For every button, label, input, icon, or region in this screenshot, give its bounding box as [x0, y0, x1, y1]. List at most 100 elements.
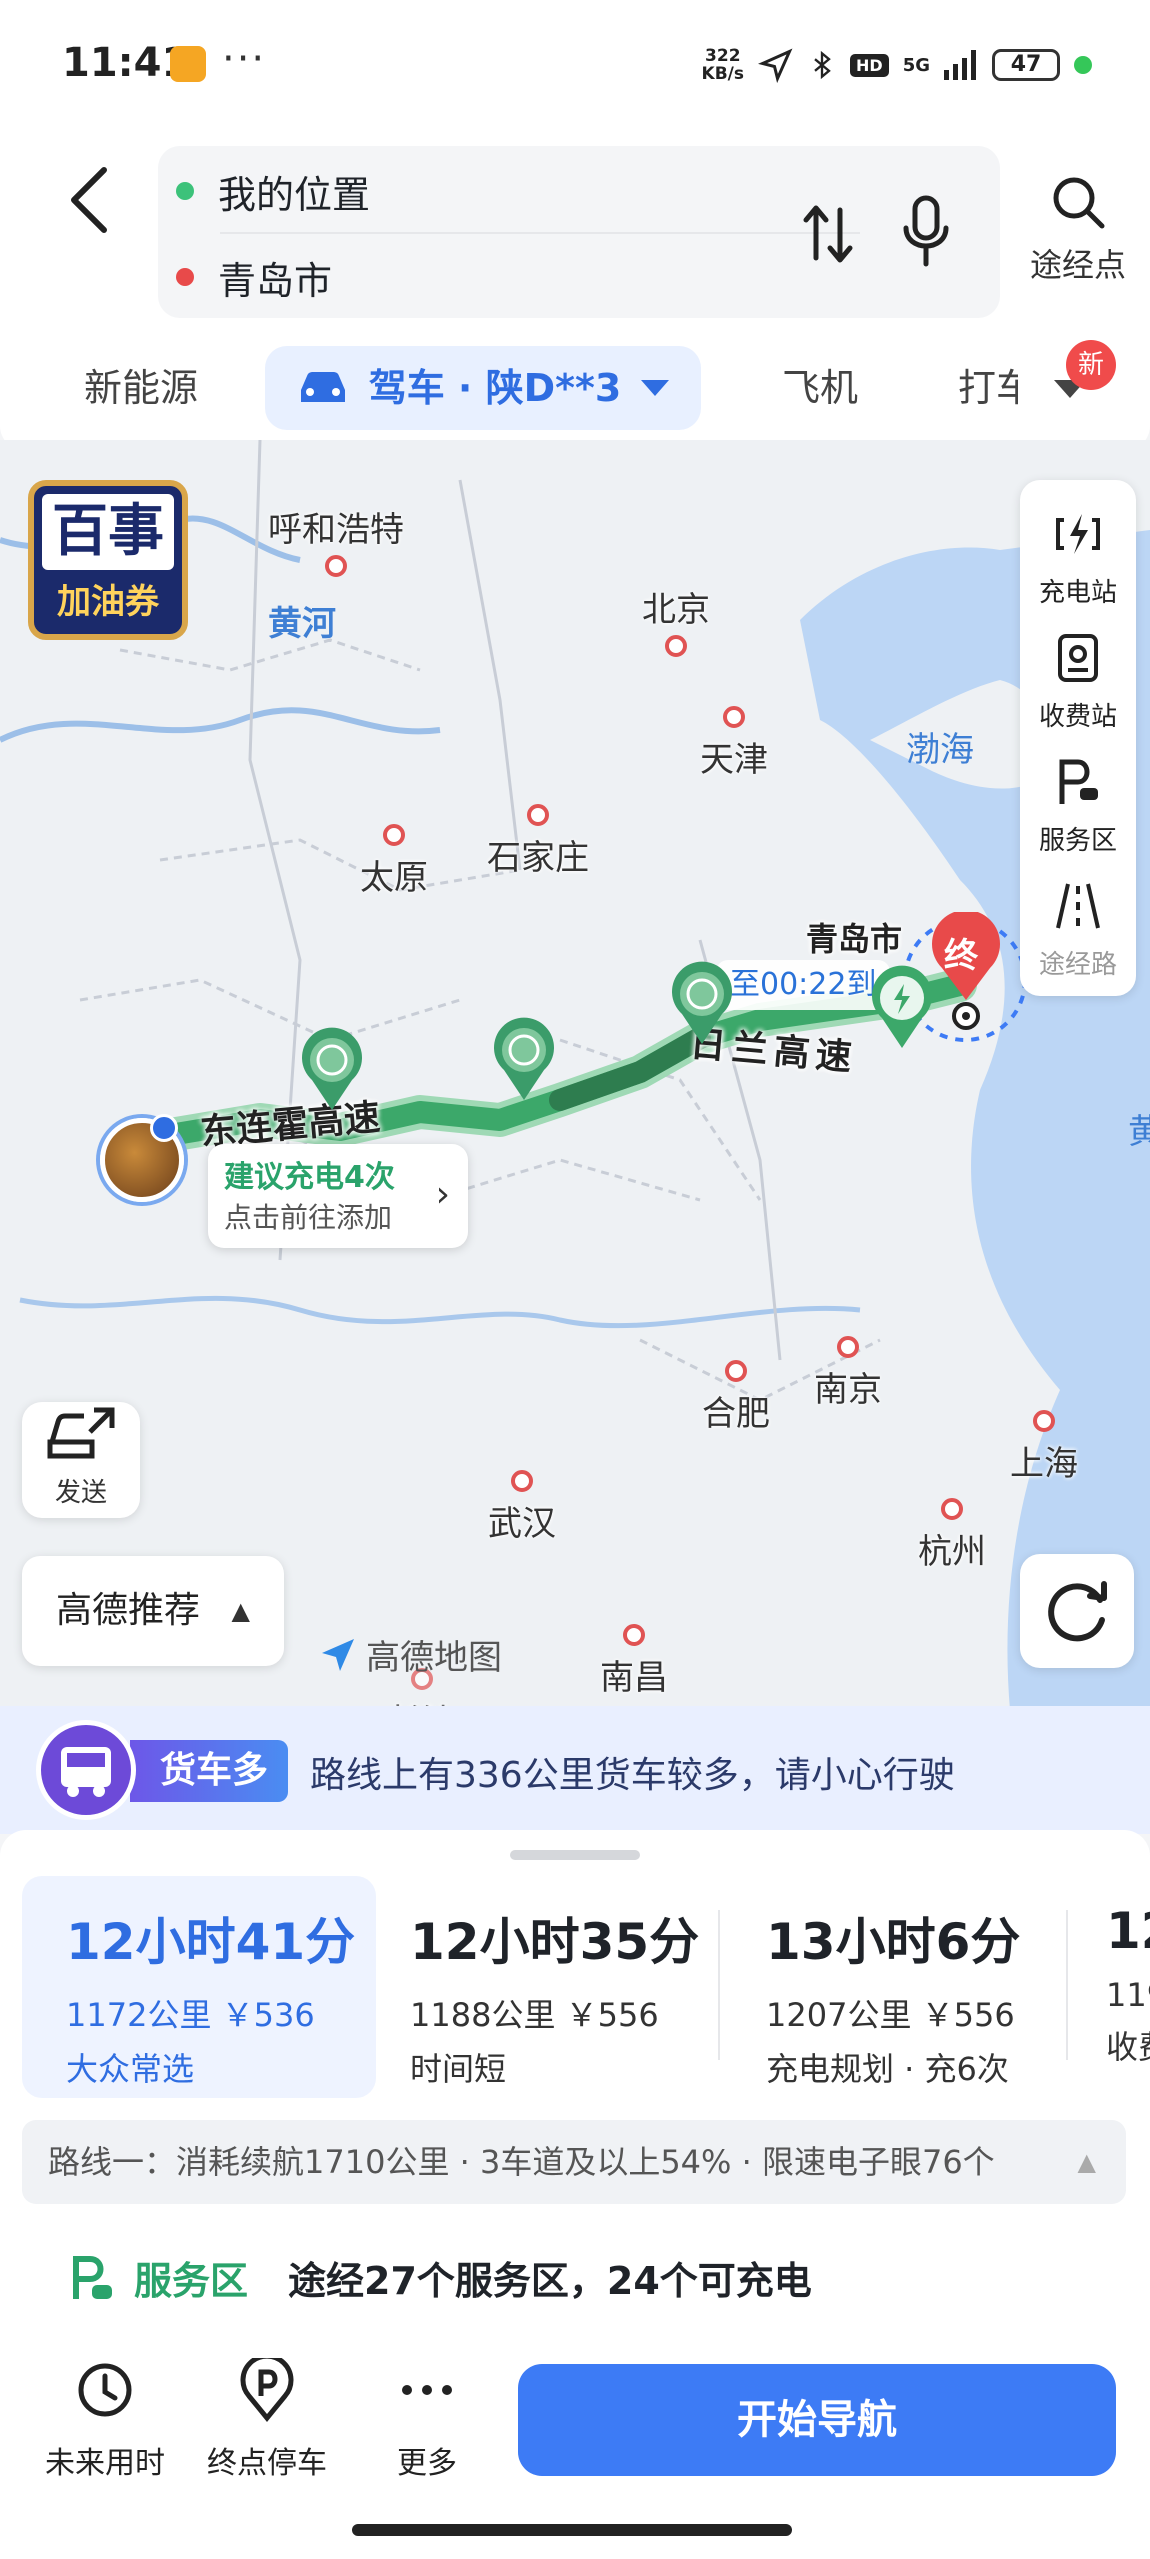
- send-to-car-button[interactable]: 发送: [22, 1402, 140, 1518]
- signal-5g-label: 5G: [902, 54, 930, 76]
- recommend-dropdown[interactable]: 高德推荐 ▲: [22, 1556, 284, 1666]
- net-speed-value: 322: [705, 46, 741, 66]
- route-option-distance: 1188公里 ￥556: [410, 1996, 659, 2034]
- bottom-action-bar: 未来用时 终点停车 更多 开始导航: [0, 2326, 1150, 2559]
- parking-pin-icon: [240, 2353, 294, 2422]
- route-option-4[interactable]: 12 119 收费: [1086, 1876, 1150, 2098]
- charge-suggestion[interactable]: 建议充电4次 点击前往添加 ›: [208, 1144, 468, 1248]
- city-name: 杭州: [918, 1532, 986, 1572]
- tool-service-area[interactable]: 服务区: [1020, 754, 1136, 857]
- chevron-up-icon: ▲: [1077, 2148, 1096, 2176]
- new-badge: 新: [1066, 340, 1116, 390]
- start-navigation-button[interactable]: 开始导航: [518, 2364, 1116, 2476]
- swap-icon[interactable]: [798, 194, 858, 274]
- promo-badge[interactable]: 百事 加油券: [28, 480, 188, 640]
- service-area-row[interactable]: 服务区 途经27个服务区，24个可充电: [68, 2250, 812, 2305]
- city-name: 合肥: [702, 1394, 770, 1434]
- clock-icon: [78, 2363, 132, 2417]
- route-info-text: 路线一：消耗续航1710公里 · 3车道及以上54% · 限速电子眼76个: [48, 2143, 995, 2181]
- tool-toll-label: 收费站: [1038, 702, 1117, 732]
- future-time-label: 未来用时: [45, 2446, 165, 2481]
- promo-line1: 百事: [42, 494, 174, 570]
- charging-pin-icon[interactable]: [296, 1024, 368, 1114]
- city-taiyuan: 太原: [360, 820, 428, 899]
- toll-icon: [1058, 634, 1098, 682]
- hd-badge: HD: [850, 53, 889, 77]
- city-marker-icon: [383, 824, 405, 846]
- privacy-indicator-dot: [1074, 56, 1092, 74]
- car-icon: [300, 372, 345, 402]
- tool-road[interactable]: 途经路: [1020, 878, 1136, 981]
- start-location-field[interactable]: 我的位置: [176, 156, 370, 226]
- truck-notice[interactable]: 货车多 路线上有336公里货车较多，请小心行驶: [0, 1706, 1150, 1834]
- route-info-bar[interactable]: 路线一：消耗续航1710公里 · 3车道及以上54% · 限速电子眼76个 ▲: [22, 2120, 1126, 2204]
- route-option-divider: [1066, 1910, 1068, 2060]
- more-button[interactable]: 更多: [352, 2358, 502, 2482]
- home-indicator[interactable]: [352, 2524, 792, 2536]
- microphone-icon[interactable]: [898, 190, 954, 274]
- send-label: 发送: [54, 1478, 107, 1508]
- city-marker-icon: [527, 804, 549, 826]
- destination-parking-button[interactable]: 终点停车: [192, 2353, 342, 2482]
- more-label: 更多: [397, 2446, 457, 2481]
- tool-toll[interactable]: 收费站: [1020, 630, 1136, 733]
- tab-taxi[interactable]: 打车: [958, 346, 1018, 430]
- city-name: 石家庄: [487, 838, 589, 878]
- refresh-icon: [1048, 1581, 1107, 1642]
- city-name: 北京: [642, 590, 710, 630]
- city-hefei: 合肥: [702, 1356, 770, 1435]
- amap-logo: 高德地图: [318, 1630, 502, 1679]
- future-time-button[interactable]: 未来用时: [30, 2358, 180, 2482]
- label-yellow-sea: 黄: [1128, 1112, 1150, 1152]
- charging-pin-icon[interactable]: [488, 1014, 560, 1104]
- more-dots-icon: [402, 2385, 452, 2395]
- refresh-button[interactable]: [1020, 1554, 1134, 1668]
- route-option-time: 12: [1106, 1902, 1150, 1960]
- city-marker-icon: [325, 555, 347, 577]
- truck-notice-tag: 货车多: [130, 1740, 289, 1802]
- waypoint-button[interactable]: 途经点: [1018, 172, 1138, 286]
- map-tools-panel: 充电站 收费站 服务区 途经路: [1020, 480, 1136, 996]
- inputs-divider: [220, 232, 860, 234]
- service-area-text: 途经27个服务区，24个可充电: [288, 2259, 812, 2303]
- route-option-2[interactable]: 12小时35分 1188公里 ￥556 时间短: [390, 1876, 716, 2098]
- end-location-field[interactable]: 青岛市: [176, 242, 332, 312]
- label-bohai: 渤海: [906, 730, 974, 770]
- road-icon: [1056, 883, 1100, 929]
- route-option-3[interactable]: 13小时6分 1207公里 ￥556 充电规划 · 充6次: [746, 1876, 1058, 2098]
- route-inputs: 我的位置 青岛市: [158, 146, 1000, 318]
- end-location-text: 青岛市: [218, 258, 333, 303]
- tab-flight[interactable]: 飞机: [782, 346, 858, 430]
- destination-parking-label: 终点停车: [207, 2446, 327, 2481]
- city-tianjin: 天津: [700, 702, 768, 781]
- chevron-right-icon: ›: [435, 1174, 450, 1215]
- route-option-1[interactable]: 12小时41分 1172公里 ￥536 大众常选: [22, 1876, 376, 2098]
- destination-label: 青岛市: [806, 920, 903, 958]
- location-arrow-icon: [758, 48, 793, 83]
- charging-pin-icon[interactable]: [666, 958, 738, 1048]
- bluetooth-icon: [814, 50, 831, 80]
- tab-new-energy[interactable]: 新能源: [84, 346, 198, 430]
- label-yellow-river: 黄河: [268, 604, 336, 644]
- city-marker-icon: [665, 635, 687, 657]
- tool-charging-label: 充电站: [1038, 578, 1117, 608]
- truck-notice-text: 路线上有336公里货车较多，请小心行驶: [310, 1755, 955, 1796]
- map-view[interactable]: 百事 加油券 呼和浩特 北京 天津 太原 石家庄 合肥 南京 上海 武汉 杭州 …: [0, 440, 1150, 1710]
- service-area-icon: [1059, 759, 1098, 804]
- signal-bars-icon: [944, 50, 976, 80]
- amap-logo-text: 高德地图: [366, 1638, 502, 1678]
- charge-suggestion-sub: 点击前往添加: [224, 1201, 393, 1234]
- tool-road-label: 途经路: [1038, 950, 1117, 980]
- city-shijiazhuang: 石家庄: [487, 800, 589, 879]
- truck-icon: [36, 1720, 136, 1820]
- panel-drag-handle[interactable]: [510, 1850, 640, 1860]
- city-beijing: 北京: [642, 582, 710, 661]
- route-option-divider: [718, 1910, 720, 2060]
- tab-drive[interactable]: 驾车 · 陕D**3: [265, 346, 701, 430]
- chevron-down-icon: [641, 380, 670, 396]
- back-arrow-icon[interactable]: [62, 160, 122, 240]
- eta-label: 至00:22到: [716, 960, 891, 1010]
- charge-suggestion-title: 建议充电4次: [224, 1160, 395, 1195]
- tool-charging[interactable]: 充电站: [1020, 506, 1136, 609]
- status-bar: 11:41 ··· 322 KB/s HD 5G 47: [0, 0, 1150, 130]
